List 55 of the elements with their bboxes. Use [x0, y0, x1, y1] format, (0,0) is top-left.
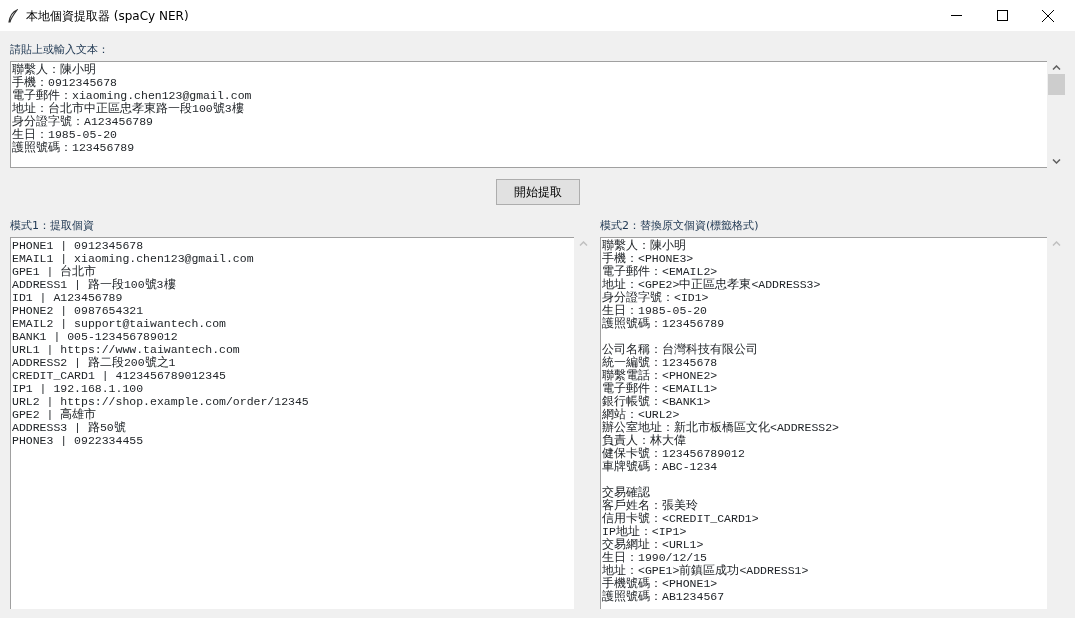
- text-line: 客戶姓名：張美玲: [602, 499, 698, 512]
- text-line: 護照號碼：123456789: [12, 141, 135, 154]
- mode2-label: 模式2：替換原文個資(標籤格式): [600, 219, 760, 233]
- text-line: 地址：<GPE1>前鎮區成功<ADDRESS1>: [602, 564, 809, 577]
- text-line: 車牌號碼：ABC-1234: [602, 460, 718, 473]
- text-line: ADDRESS1 | 路一段100號3樓: [12, 278, 176, 291]
- text-line: PHONE2 | 0987654321: [12, 304, 144, 317]
- text-line: ADDRESS2 | 路二段200號之1: [12, 356, 176, 369]
- text-line: GPE1 | 台北市: [12, 265, 97, 278]
- extract-button[interactable]: 開始提取: [495, 179, 580, 205]
- text-line: 生日：1985-05-20: [12, 128, 117, 141]
- text-line: 電子郵件：<EMAIL2>: [602, 265, 718, 278]
- text-line: 生日：1985-05-20: [602, 304, 707, 317]
- text-line: 辦公室地址：新北市板橋區文化<ADDRESS2>: [602, 421, 839, 434]
- text-line: URL1 | https://www.taiwantech.com: [12, 343, 240, 356]
- input-label: 請貼上或輸入文本：: [10, 43, 110, 57]
- text-line: 網站：<URL2>: [602, 408, 680, 421]
- text-input-area[interactable]: 聯繫人：陳小明 手機：0912345678 電子郵件：xiaoming.chen123@gmail.com 地址：台北市中正區忠孝東路一段100號3樓 身分證字號：A123456789 生日：1985-05-20 護照號碼：123456789: [10, 61, 1047, 168]
- text-line: 手機：<PHONE3>: [602, 252, 694, 265]
- text-line: 負責人：林大偉: [602, 434, 686, 447]
- text-line: GPE2 | 高雄市: [12, 408, 97, 421]
- text-line: 護照號碼：AB1234567: [602, 590, 725, 603]
- text-line: 地址：<GPE2>中正區忠孝東<ADDRESS3>: [602, 278, 821, 291]
- text-line: EMAIL1 | xiaoming.chen123@gmail.com: [12, 252, 254, 265]
- text-line: 聯繫人：陳小明: [602, 239, 686, 252]
- text-line: 聯繫人：陳小明: [12, 63, 96, 76]
- text-line: 身分證字號：A123456789: [12, 115, 153, 128]
- text-line: 交易確認: [602, 486, 650, 499]
- text-line: 護照號碼：123456789: [602, 317, 725, 330]
- text-line: 電子郵件：<EMAIL1>: [602, 382, 718, 395]
- text-line: PHONE3 | 0922334455: [12, 434, 144, 447]
- text-line: 地址：台北市中正區忠孝東路一段100號3樓: [12, 102, 244, 115]
- window-title: 本地個資提取器 (spaCy NER): [26, 7, 189, 25]
- text-line: 公司名稱：台灣科技有限公司: [602, 343, 758, 356]
- text-line: 身分證字號：<ID1>: [602, 291, 709, 304]
- text-line: ADDRESS3 | 路50號: [12, 421, 126, 434]
- text-line: PHONE1 | 0912345678: [12, 239, 144, 252]
- text-line: 生日：1990/12/15: [602, 551, 707, 564]
- text-line: IP1 | 192.168.1.100: [12, 382, 144, 395]
- text-line: IP地址：<IP1>: [602, 525, 687, 538]
- mode1-label: 模式1：提取個資: [10, 219, 95, 233]
- text-line: 信用卡號：<CREDIT_CARD1>: [602, 512, 759, 525]
- text-line: 聯繫電話：<PHONE2>: [602, 369, 718, 382]
- text-line: CREDIT_CARD1 | 4123456789012345: [12, 369, 226, 382]
- text-line: 手機號碼：<PHONE1>: [602, 577, 718, 590]
- text-line: EMAIL2 | support@taiwantech.com: [12, 317, 226, 330]
- text-line: BANK1 | 005-123456789012: [12, 330, 178, 343]
- text-line: 交易網址：<URL1>: [602, 538, 704, 551]
- text-line: ID1 | A123456789: [12, 291, 123, 304]
- text-line: 電子郵件：xiaoming.chen123@gmail.com: [12, 89, 252, 102]
- text-line: 手機：0912345678: [12, 76, 117, 89]
- text-line: 銀行帳號：<BANK1>: [602, 395, 711, 408]
- text-line: 健保卡號：123456789012: [602, 447, 745, 460]
- text-line: 統一編號：12345678: [602, 356, 718, 369]
- text-line: URL2 | https://shop.example.com/order/12345: [12, 395, 309, 408]
